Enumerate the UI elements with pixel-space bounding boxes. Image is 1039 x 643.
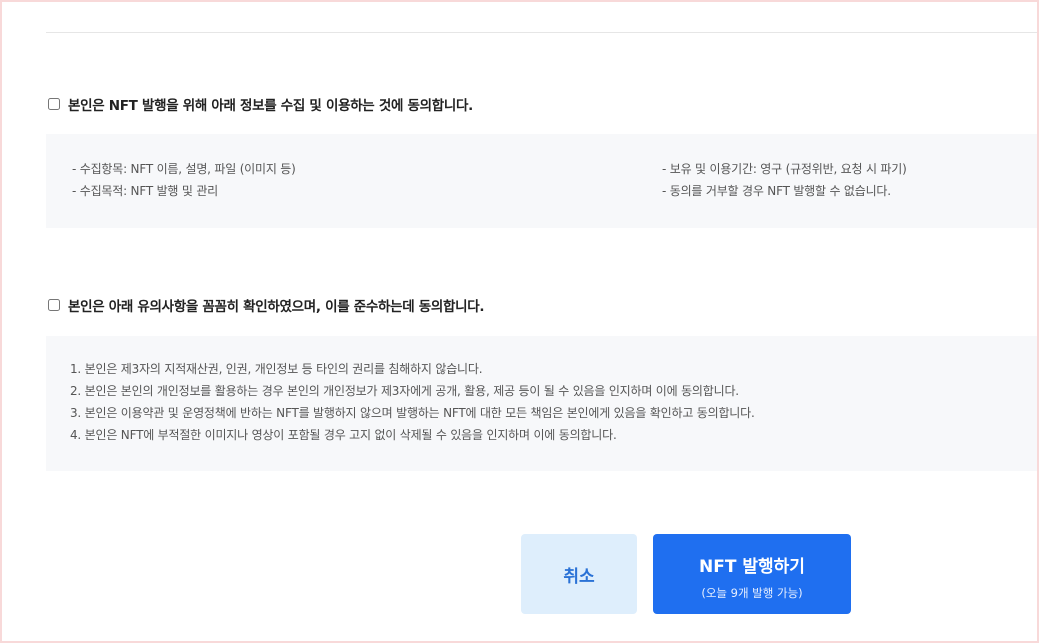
- cancel-button[interactable]: 취소: [521, 534, 637, 614]
- privacy-consent-checkbox[interactable]: [48, 98, 60, 110]
- notice-consent-row[interactable]: 본인은 아래 유의사항을 꼼꼼히 확인하였으며, 이를 준수하는데 동의합니다.: [48, 295, 484, 315]
- divider: [46, 32, 1037, 33]
- privacy-detail-item: - 동의를 거부할 경우 NFT 발행할 수 없습니다.: [662, 184, 891, 198]
- privacy-consent-row[interactable]: 본인은 NFT 발행을 위해 아래 정보를 수집 및 이용하는 것에 동의합니다…: [48, 94, 473, 114]
- notice-consent-label: 본인은 아래 유의사항을 꼼꼼히 확인하였으며, 이를 준수하는데 동의합니다.: [68, 299, 485, 315]
- privacy-details-left: - 수집항목: NFT 이름, 설명, 파일 (이미지 등) - 수집목적: N…: [72, 158, 296, 202]
- notice-item: 3. 본인은 이용약관 및 운영정책에 반하는 NFT를 발행하지 않으며 발행…: [70, 406, 755, 420]
- notice-info-box: 1. 본인은 제3자의 지적재산권, 인권, 개인정보 등 타인의 권리를 침해…: [46, 336, 1037, 471]
- nft-mint-form: 본인은 NFT 발행을 위해 아래 정보를 수집 및 이용하는 것에 동의합니다…: [2, 2, 1037, 641]
- notice-item: 1. 본인은 제3자의 지적재산권, 인권, 개인정보 등 타인의 권리를 침해…: [70, 362, 483, 376]
- notice-consent-checkbox[interactable]: [48, 299, 60, 311]
- mint-button-sublabel: (오늘 9개 발행 가능): [701, 585, 803, 600]
- notice-item: 2. 본인은 본인의 개인정보를 활용하는 경우 본인의 개인정보가 제3자에게…: [70, 384, 739, 398]
- privacy-detail-item: - 수집항목: NFT 이름, 설명, 파일 (이미지 등): [72, 162, 296, 176]
- privacy-consent-label: 본인은 NFT 발행을 위해 아래 정보를 수집 및 이용하는 것에 동의합니다…: [68, 98, 473, 114]
- notice-item: 4. 본인은 NFT에 부적절한 이미지나 영상이 포함될 경우 고지 없이 삭…: [70, 428, 617, 442]
- privacy-detail-item: - 보유 및 이용기간: 영구 (규정위반, 요청 시 파기): [662, 162, 907, 176]
- privacy-info-box: - 수집항목: NFT 이름, 설명, 파일 (이미지 등) - 수집목적: N…: [46, 134, 1037, 228]
- mint-nft-button[interactable]: NFT 발행하기 (오늘 9개 발행 가능): [653, 534, 851, 614]
- mint-button-label: NFT 발행하기: [699, 556, 805, 577]
- notice-list: 1. 본인은 제3자의 지적재산권, 인권, 개인정보 등 타인의 권리를 침해…: [70, 358, 755, 446]
- privacy-detail-item: - 수집목적: NFT 발행 및 관리: [72, 184, 219, 198]
- privacy-details-right: - 보유 및 이용기간: 영구 (규정위반, 요청 시 파기) - 동의를 거부…: [662, 158, 907, 202]
